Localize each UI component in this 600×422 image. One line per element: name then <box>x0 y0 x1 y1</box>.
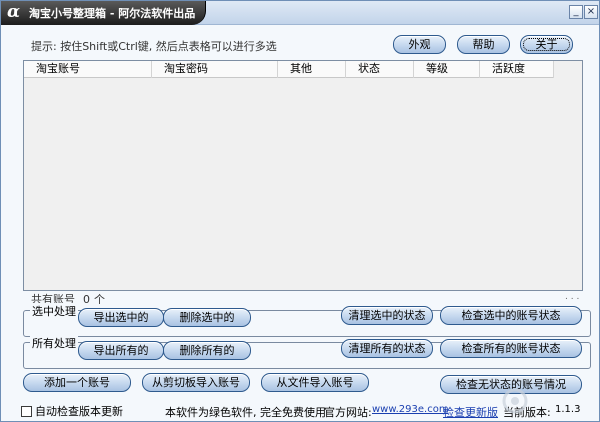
alpha-logo-icon: α <box>7 2 21 22</box>
export-all-button[interactable]: 导出所有的 <box>78 341 164 360</box>
auto-check-update[interactable]: 自动检查版本更新 <box>21 403 123 419</box>
column-header-other[interactable]: 其他 <box>278 61 346 78</box>
column-header-password[interactable]: 淘宝密码 <box>152 61 278 78</box>
about-button[interactable]: 关于 <box>520 35 573 54</box>
import-file-button[interactable]: 从文件导入账号 <box>261 373 369 392</box>
accounts-table[interactable]: 淘宝账号 淘宝密码 其他 状态 等级 活跃度 <box>23 60 583 291</box>
check-selected-status-button[interactable]: 检查选中的账号状态 <box>440 306 582 325</box>
selected-group-label: 选中处理 <box>30 303 78 319</box>
column-header-activity[interactable]: 活跃度 <box>480 61 554 78</box>
watermark-logo-icon <box>502 388 528 414</box>
account-count-unit: 个 <box>94 293 105 306</box>
all-group-label: 所有处理 <box>30 335 78 351</box>
auto-check-update-checkbox[interactable] <box>21 406 32 417</box>
website-link[interactable]: www.293e.com <box>372 404 449 415</box>
close-button[interactable]: × <box>584 5 598 19</box>
add-account-button[interactable]: 添加一个账号 <box>23 373 131 392</box>
window-title: 淘宝小号整理箱 - 阿尔法软件出品 <box>29 7 196 20</box>
export-selected-button[interactable]: 导出选中的 <box>78 308 164 327</box>
title-tab: α 淘宝小号整理箱 - 阿尔法软件出品 <box>1 1 206 25</box>
appearance-button[interactable]: 外观 <box>393 35 446 54</box>
account-count-value: 0 <box>83 293 90 306</box>
table-header: 淘宝账号 淘宝密码 其他 状态 等级 活跃度 <box>24 61 554 78</box>
check-all-status-button[interactable]: 检查所有的账号状态 <box>440 339 582 358</box>
column-header-status[interactable]: 状态 <box>346 61 414 78</box>
delete-all-button[interactable]: 删除所有的 <box>163 341 251 360</box>
title-bar[interactable]: α 淘宝小号整理箱 - 阿尔法软件出品 _ × <box>1 1 599 25</box>
minimize-button[interactable]: _ <box>569 5 583 19</box>
help-button[interactable]: 帮助 <box>457 35 510 54</box>
free-software-text: 本软件为绿色软件, 完全免费使用 <box>165 406 326 419</box>
auto-check-update-label: 自动检查版本更新 <box>35 405 123 418</box>
column-header-level[interactable]: 等级 <box>414 61 480 78</box>
hint-text: 提示: 按住Shift或Ctrl键, 然后点表格可以进行多选 <box>31 40 277 53</box>
check-update-link[interactable]: 检查更新版 <box>443 404 498 420</box>
clear-selected-status-button[interactable]: 清理选中的状态 <box>341 306 433 325</box>
clear-all-status-button[interactable]: 清理所有的状态 <box>341 339 433 358</box>
app-window: α 淘宝小号整理箱 - 阿尔法软件出品 _ × 提示: 按住Shift或Ctrl… <box>0 0 600 422</box>
resize-grip-icon: . . . <box>565 292 580 302</box>
column-header-account[interactable]: 淘宝账号 <box>24 61 152 78</box>
import-clipboard-button[interactable]: 从剪切板导入账号 <box>142 373 250 392</box>
delete-selected-button[interactable]: 删除选中的 <box>163 308 251 327</box>
website-label: 官方网站: <box>324 406 372 419</box>
